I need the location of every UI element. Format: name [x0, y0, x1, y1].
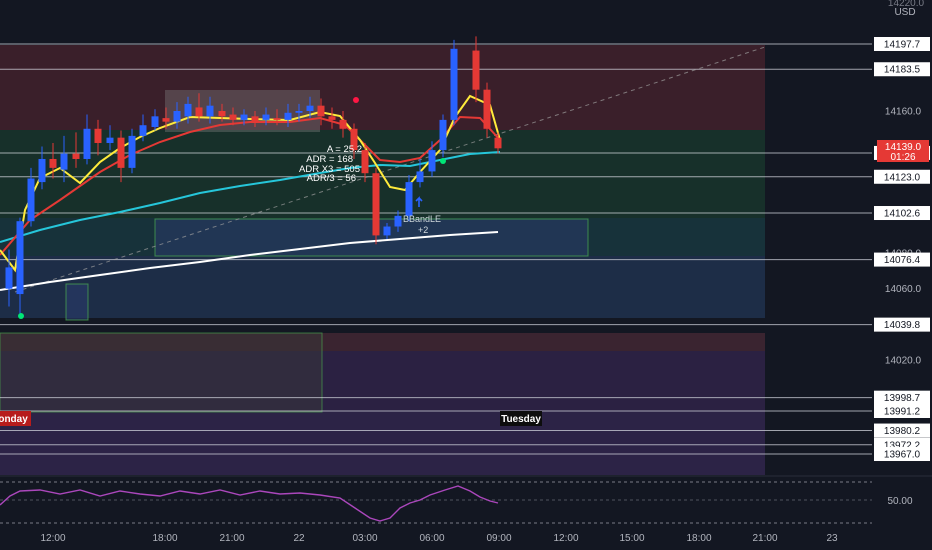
price-level-label: 14197.7	[884, 40, 921, 51]
time-tick: 06:00	[419, 533, 444, 544]
candle-body	[372, 173, 380, 236]
time-tick: 18:00	[152, 533, 177, 544]
time-tick: 12:00	[40, 533, 65, 544]
candle-body	[162, 118, 170, 122]
oscillator-pane[interactable]: 50.00	[0, 475, 932, 524]
green-signal-dot	[440, 158, 446, 164]
candle-body	[38, 158, 46, 183]
candle-body	[5, 267, 13, 289]
price-level-label: 13967.0	[884, 450, 921, 461]
time-tick: 21:00	[219, 533, 244, 544]
time-axis[interactable]: 12:00 18:00 21:00 22 03:00 06:00 09:00 12:00 15:…	[40, 533, 838, 544]
time-tick: 15:00	[619, 533, 644, 544]
price-level-label: 14076.4	[884, 255, 921, 266]
price-level-label: 13991.2	[884, 407, 921, 418]
candle-body	[295, 111, 303, 113]
candle-body	[494, 137, 502, 149]
candle-body	[262, 114, 270, 120]
oscillator-line	[0, 485, 499, 522]
time-tick: 21:00	[752, 533, 777, 544]
candle-body	[428, 150, 436, 172]
candle-body	[251, 116, 259, 122]
candle-body	[394, 215, 402, 227]
currency-label: USD	[894, 7, 915, 18]
time-tick: 03:00	[352, 533, 377, 544]
candle-body	[94, 128, 102, 143]
candle-body	[60, 153, 68, 170]
time-tick: 12:00	[553, 533, 578, 544]
price-level-label: 14123.0	[884, 172, 921, 183]
candle-body	[49, 158, 57, 168]
candle-body	[273, 118, 281, 120]
red-signal-dot	[353, 97, 359, 103]
candle-body	[27, 178, 35, 222]
candle-body	[416, 171, 424, 183]
current-price-badge: 14139.0 01:26	[877, 140, 929, 163]
green-signal-dot	[18, 313, 24, 319]
candle-body	[328, 116, 336, 120]
chart-area[interactable]: A = 25.2 ADR = 168 ADR X3 = 505 ADR/3 = …	[0, 0, 932, 550]
candle-body	[106, 137, 114, 143]
candle-body	[383, 226, 391, 236]
price-level-label: 14039.8	[884, 320, 921, 331]
price-tick: 14020.0	[885, 355, 922, 366]
time-tick: 09:00	[486, 533, 511, 544]
candle-body	[218, 111, 226, 117]
price-scale[interactable]: 14220.0 USD 14160.014080.014060.014020.0…	[872, 0, 932, 475]
zone-blue-box	[154, 218, 589, 257]
price-tick: 14060.0	[885, 284, 922, 295]
candle-body	[483, 89, 491, 129]
candle-body	[240, 114, 248, 120]
candle-body	[16, 221, 24, 295]
time-tick: 23	[826, 533, 838, 544]
candle-body	[339, 119, 347, 129]
candle-body	[151, 116, 159, 127]
candle-body	[439, 119, 447, 151]
candle-body	[206, 105, 214, 117]
candle-body	[117, 137, 125, 168]
zone-small-box	[65, 283, 89, 321]
time-tick: 18:00	[686, 533, 711, 544]
price-level-label: 13998.7	[884, 393, 921, 404]
price-tick: 14160.0	[885, 107, 922, 118]
candle-body	[72, 153, 80, 159]
candle-body	[83, 128, 91, 159]
candle-body	[284, 112, 292, 120]
zone-purple-2	[0, 411, 765, 475]
monday-label: Monday	[0, 414, 28, 425]
candle-body	[405, 182, 413, 216]
signal-sub: +2	[418, 225, 428, 235]
candle-body	[306, 105, 314, 112]
candle-body	[184, 103, 192, 117]
candle-body	[317, 105, 325, 117]
candle-body	[361, 150, 369, 174]
candle-body	[195, 107, 203, 117]
price-level-label: 14183.5	[884, 65, 921, 76]
candle-body	[450, 48, 458, 120]
candle-body	[472, 50, 480, 90]
stat-line: ADR/3 = 56	[307, 173, 356, 184]
zone-red	[0, 45, 765, 130]
zone-gray-box	[0, 332, 323, 413]
tuesday-label: Tuesday	[501, 414, 541, 425]
price-level-label: 14102.6	[884, 209, 921, 220]
current-price-timer: 01:26	[890, 152, 915, 163]
candle-body	[139, 125, 147, 136]
osc-level-label: 50.00	[887, 496, 912, 507]
zone-blue	[0, 256, 765, 318]
candle-body	[229, 114, 237, 120]
candle-body	[173, 111, 181, 122]
price-level-label: 13980.2	[884, 426, 921, 437]
candle-body	[128, 135, 136, 168]
time-tick: 22	[293, 533, 305, 544]
signal-label: BBandLE	[403, 214, 441, 224]
